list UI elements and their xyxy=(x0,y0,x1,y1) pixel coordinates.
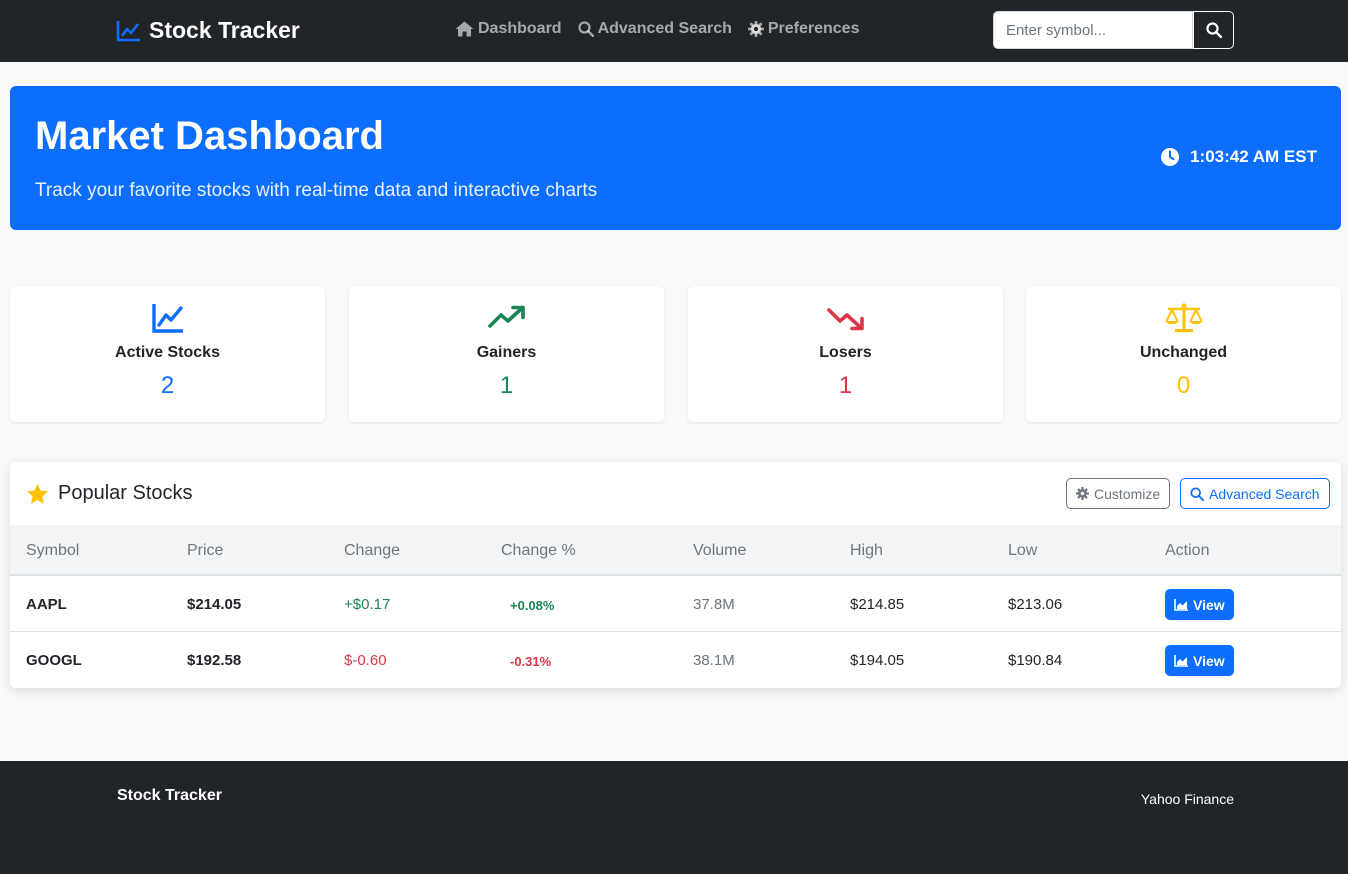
nav-advanced-search-label: Advanced Search xyxy=(597,20,732,37)
hero-banner: Market Dashboard Track your favorite sto… xyxy=(10,86,1341,230)
main-nav: Dashboard Advanced Search Preferences xyxy=(455,20,859,38)
cell-change-percent: -0.31% xyxy=(510,654,552,669)
cell-high: $214.85 xyxy=(850,596,905,613)
customize-label: Customize xyxy=(1094,485,1161,502)
cell-price: $192.58 xyxy=(187,652,242,669)
market-clock: 1:03:42 AM EST xyxy=(1160,147,1317,167)
nav-dashboard[interactable]: Dashboard xyxy=(455,20,562,38)
stat-label: Gainers xyxy=(476,344,537,361)
stat-card-gainers: Gainers 1 xyxy=(349,286,664,422)
cell-volume: 37.8M xyxy=(693,596,735,613)
footer: Stock Tracker Yahoo Finance xyxy=(0,761,1348,874)
nav-dashboard-label: Dashboard xyxy=(478,20,562,37)
symbol-search-input[interactable] xyxy=(993,11,1193,49)
stat-card-active: Active Stocks 2 xyxy=(10,286,325,422)
clock-time: 1:03:42 AM EST xyxy=(1190,147,1317,166)
cell-change: +$0.17 xyxy=(344,596,391,613)
nav-preferences[interactable]: Preferences xyxy=(747,20,860,38)
column-header[interactable]: Price xyxy=(187,542,223,560)
column-header[interactable]: Symbol xyxy=(26,542,79,560)
stat-value: 1 xyxy=(499,372,514,399)
scale-balanced-icon xyxy=(1165,303,1202,333)
customize-button[interactable]: Customize xyxy=(1066,478,1171,509)
stat-label: Unchanged xyxy=(1139,344,1228,361)
navbar: Stock Tracker Dashboard Advanced Search … xyxy=(0,0,1348,62)
advanced-search-label: Advanced Search xyxy=(1209,485,1320,502)
view-button[interactable]: View xyxy=(1165,645,1234,676)
cell-volume: 38.1M xyxy=(693,652,735,669)
gear-icon xyxy=(747,21,764,37)
panel-title-text: Popular Stocks xyxy=(58,482,193,504)
gear-icon xyxy=(1076,487,1089,500)
cell-price: $214.05 xyxy=(187,596,242,613)
stat-value: 1 xyxy=(838,372,853,399)
nav-advanced-search[interactable]: Advanced Search xyxy=(577,20,732,38)
view-button[interactable]: View xyxy=(1165,589,1234,620)
search-icon xyxy=(1205,22,1222,38)
trend-up-icon xyxy=(487,305,525,328)
brand-link[interactable]: Stock Tracker xyxy=(116,17,300,44)
stat-label: Active Stocks xyxy=(115,344,220,361)
symbol-search-form xyxy=(993,11,1234,49)
footer-brand: Stock Tracker xyxy=(117,787,222,804)
chart-area-icon xyxy=(1174,654,1188,667)
stat-value: 0 xyxy=(1176,372,1191,399)
footer-attribution: Yahoo Finance xyxy=(1140,791,1234,807)
stat-card-unchanged: Unchanged 0 xyxy=(1026,286,1341,422)
column-header[interactable]: Change % xyxy=(501,542,576,560)
column-header[interactable]: Change xyxy=(344,542,400,560)
popular-stocks-panel: Popular Stocks Customize Advanced Search… xyxy=(10,462,1341,688)
column-header[interactable]: Volume xyxy=(693,542,746,560)
table-row[interactable]: GOOGL $192.58 $-0.60 -0.31% 38.1M $194.0… xyxy=(10,632,1341,688)
view-label: View xyxy=(1193,652,1225,669)
table-row[interactable]: AAPL $214.05 +$0.17 +0.08% 37.8M $214.85… xyxy=(10,576,1341,632)
panel-header: Popular Stocks Customize Advanced Search xyxy=(10,462,1341,525)
cell-symbol: AAPL xyxy=(26,596,67,613)
cell-high: $194.05 xyxy=(850,652,905,669)
page-title: Market Dashboard xyxy=(35,114,384,158)
cell-change-percent: +0.08% xyxy=(510,598,555,613)
column-header[interactable]: High xyxy=(850,542,883,560)
chart-area-icon xyxy=(1174,598,1188,611)
search-icon xyxy=(1190,486,1204,501)
clock-icon xyxy=(1161,148,1180,166)
panel-title: Popular Stocks xyxy=(26,482,193,505)
stat-value: 2 xyxy=(160,372,175,399)
stat-label: Losers xyxy=(819,344,872,361)
search-icon xyxy=(577,21,594,37)
home-icon xyxy=(455,21,474,37)
cell-low: $213.06 xyxy=(1008,596,1063,613)
cell-change: $-0.60 xyxy=(344,652,387,669)
symbol-search-button[interactable] xyxy=(1193,11,1234,49)
chart-line-icon xyxy=(116,20,140,41)
chart-line-icon xyxy=(151,304,183,333)
stat-card-losers: Losers 1 xyxy=(688,286,1003,422)
column-header[interactable]: Low xyxy=(1008,542,1037,560)
brand-text: Stock Tracker xyxy=(149,17,300,43)
page-subtitle: Track your favorite stocks with real-tim… xyxy=(35,180,598,201)
table-header: Symbol Price Change Change % Volume High… xyxy=(10,525,1341,576)
cell-symbol: GOOGL xyxy=(26,652,82,669)
advanced-search-button[interactable]: Advanced Search xyxy=(1180,478,1330,509)
nav-preferences-label: Preferences xyxy=(767,20,860,37)
trend-down-icon xyxy=(826,308,864,331)
column-header: Action xyxy=(1165,542,1210,559)
cell-low: $190.84 xyxy=(1008,652,1063,669)
star-icon xyxy=(26,483,49,504)
view-label: View xyxy=(1193,596,1225,613)
